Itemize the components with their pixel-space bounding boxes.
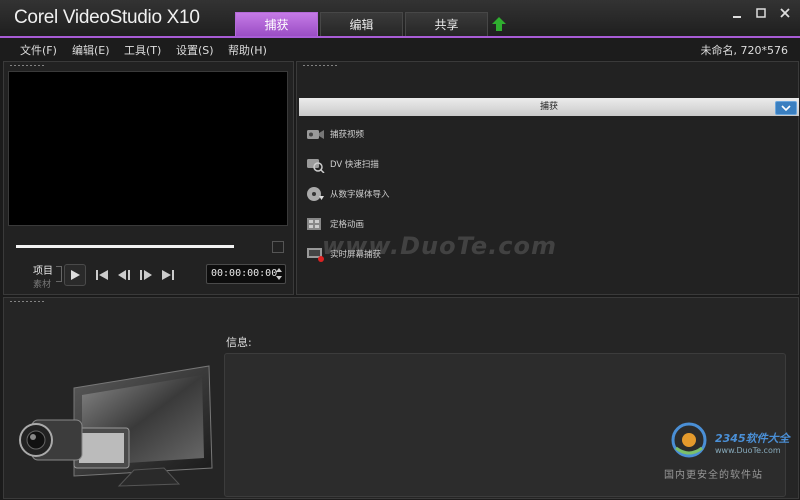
capture-dropdown-button[interactable] (775, 101, 797, 115)
mode-bracket (56, 266, 62, 282)
mode-clip[interactable]: 素材 (33, 277, 51, 290)
info-label: 信息: (226, 336, 252, 349)
disc-import-icon (307, 187, 324, 201)
camcorder-icon (307, 130, 324, 139)
stop-motion-icon (307, 218, 321, 230)
go-to-end-icon[interactable] (160, 268, 176, 282)
app-logo-text: Corel VideoStudio X10 (14, 7, 200, 28)
tab-capture[interactable]: 捕获 (235, 12, 318, 36)
previous-frame-icon[interactable] (116, 268, 132, 282)
capture-video-label: 捕获视频 (330, 130, 365, 140)
window-controls (730, 6, 792, 20)
project-info: 未命名, 720*576 (700, 44, 788, 57)
import-digital-media-option[interactable]: 从数字媒体导入 (305, 184, 390, 204)
tab-edit[interactable]: 编辑 (320, 12, 403, 36)
dv-quick-scan-label: DV 快速扫描 (330, 160, 379, 170)
timecode-stepper-icon[interactable] (275, 267, 283, 281)
site-slogan: 国内更安全的软件站 (664, 470, 763, 481)
panel-grip[interactable] (9, 300, 45, 303)
chevron-down-icon (781, 105, 791, 111)
preview-screen (8, 71, 288, 226)
menu-help[interactable]: 帮助(H) (228, 42, 267, 58)
go-to-start-icon[interactable] (94, 268, 110, 282)
timecode-field[interactable]: 00:00:00:00 (206, 264, 286, 284)
maximize-icon[interactable] (754, 6, 768, 20)
title-bar: Corel VideoStudio X10 捕获 编辑 共享 (0, 0, 800, 36)
minimize-icon[interactable] (730, 6, 744, 20)
play-icon (71, 270, 80, 280)
app-logo: Corel VideoStudio X10 (14, 7, 200, 29)
panel-grip[interactable] (302, 64, 338, 67)
menu-settings[interactable]: 设置(S) (176, 42, 214, 58)
upload-arrow-icon[interactable] (490, 15, 508, 33)
play-button[interactable] (64, 264, 86, 286)
workspace-tabs: 捕获 编辑 共享 (235, 12, 490, 36)
next-frame-icon[interactable] (138, 268, 154, 282)
dv-quick-scan-option[interactable]: DV 快速扫描 (305, 154, 379, 174)
menu-tools[interactable]: 工具(T) (124, 42, 161, 58)
stop-motion-option[interactable]: 定格动画 (305, 214, 364, 234)
capture-device-illustration (19, 365, 213, 487)
tab-share[interactable]: 共享 (405, 12, 488, 36)
import-digital-media-label: 从数字媒体导入 (330, 190, 390, 200)
capture-header: 捕获 (299, 98, 799, 116)
stop-motion-label: 定格动画 (330, 220, 365, 230)
menu-edit[interactable]: 编辑(E) (72, 42, 110, 58)
menu-bar: 文件(F) 编辑(E) 工具(T) 设置(S) 帮助(H) 未命名, 720*5… (0, 38, 800, 60)
dv-scan-icon (307, 159, 325, 173)
mode-project[interactable]: 项目 (33, 262, 53, 277)
site-name: 2345软件大全 (715, 432, 790, 445)
enlarge-icon[interactable] (272, 241, 284, 253)
site-url: www.DuoTe.com (715, 446, 781, 455)
close-icon[interactable] (778, 6, 792, 20)
watermark: www.DuoTe.com (322, 232, 557, 260)
timecode-value: 00:00:00:00 (211, 268, 278, 279)
capture-video-option[interactable]: 捕获视频 (305, 124, 364, 144)
scrubber-bar[interactable] (16, 245, 234, 248)
menu-file[interactable]: 文件(F) (20, 42, 57, 58)
panel-grip[interactable] (9, 64, 45, 67)
